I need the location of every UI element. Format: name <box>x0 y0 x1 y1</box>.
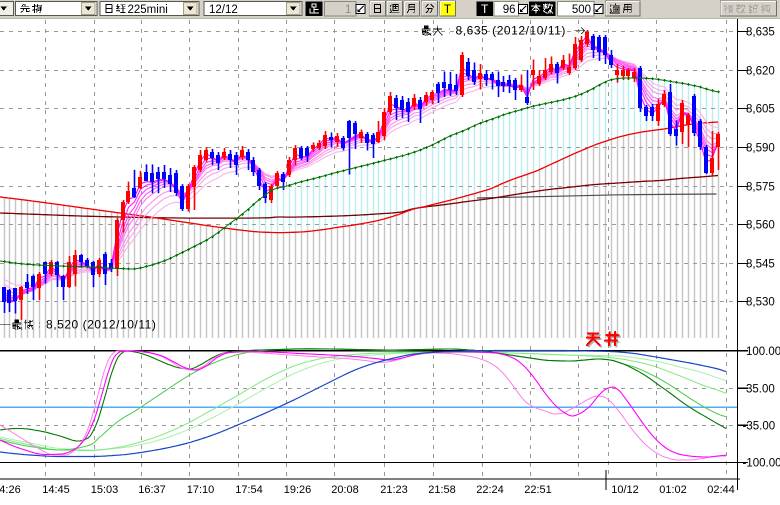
svg-text:T: T <box>481 2 489 16</box>
svg-text:8,620: 8,620 <box>746 66 775 78</box>
svg-text:22:24: 22:24 <box>476 484 504 496</box>
svg-text:14:45: 14:45 <box>42 484 70 496</box>
svg-text:8,575: 8,575 <box>746 182 775 194</box>
svg-text:225mini: 225mini <box>128 4 168 16</box>
svg-text:8,520 (2012/10/11): 8,520 (2012/10/11) <box>46 318 156 332</box>
svg-text:100.00: 100.00 <box>746 346 780 358</box>
svg-text:-100.00: -100.00 <box>743 458 780 470</box>
svg-text:96: 96 <box>503 4 516 16</box>
svg-text:8,590: 8,590 <box>746 143 775 155</box>
svg-text:02:44: 02:44 <box>707 484 735 496</box>
svg-text:10/12: 10/12 <box>611 484 639 496</box>
svg-text:19:26: 19:26 <box>284 484 312 496</box>
svg-text:-35.00: -35.00 <box>743 421 776 433</box>
svg-text:8,635 (2012/10/11): 8,635 (2012/10/11) <box>456 24 566 38</box>
svg-text:1: 1 <box>345 4 351 16</box>
svg-text:8,530: 8,530 <box>746 297 775 309</box>
svg-text:15:03: 15:03 <box>91 484 119 496</box>
svg-text:8,545: 8,545 <box>746 259 775 271</box>
svg-text:500: 500 <box>572 4 591 16</box>
svg-text:12/12: 12/12 <box>209 4 238 16</box>
svg-text:8,605: 8,605 <box>746 104 775 116</box>
svg-text:20:08: 20:08 <box>331 484 359 496</box>
svg-text:T: T <box>444 2 452 16</box>
svg-text:16:37: 16:37 <box>138 484 166 496</box>
svg-text:35.00: 35.00 <box>746 383 775 395</box>
svg-text:17:10: 17:10 <box>187 484 215 496</box>
svg-text:8,560: 8,560 <box>746 220 775 232</box>
svg-text:01:02: 01:02 <box>659 484 687 496</box>
svg-text:17:54: 17:54 <box>235 484 263 496</box>
svg-text:4:26: 4:26 <box>0 484 21 496</box>
svg-text:22:51: 22:51 <box>524 484 552 496</box>
svg-text:8,635: 8,635 <box>746 27 775 39</box>
svg-text:21:58: 21:58 <box>428 484 456 496</box>
svg-text:21:23: 21:23 <box>380 484 408 496</box>
